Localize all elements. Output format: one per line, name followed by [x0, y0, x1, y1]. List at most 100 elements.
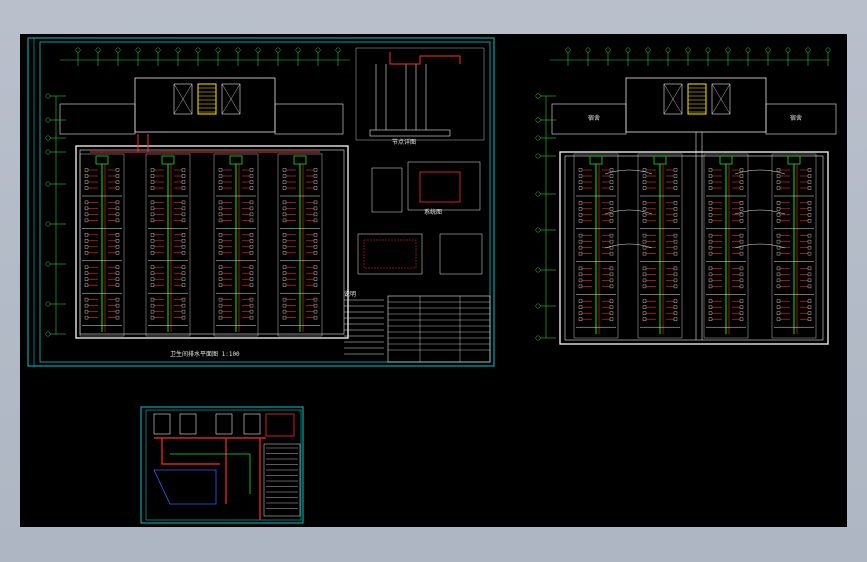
fixture: [218, 309, 223, 314]
fixture: [313, 200, 318, 205]
fixture: [181, 218, 186, 223]
grid-bubble: [665, 47, 671, 53]
grid-bubble: [175, 47, 181, 53]
fixture: [115, 303, 120, 308]
pipe-arc: [734, 169, 786, 175]
detail-section-label: 节点详图: [392, 139, 417, 146]
fixture: [739, 272, 744, 277]
fixture: [776, 278, 781, 283]
fixture: [739, 168, 744, 172]
fixture: [115, 251, 120, 255]
detail-pipe-section: [375, 64, 427, 130]
grid-bubble: [195, 47, 201, 53]
fixture: [642, 278, 647, 283]
fixture: [578, 245, 583, 250]
fixture: [708, 245, 713, 250]
fixture: [673, 311, 678, 315]
fixture: [84, 218, 89, 223]
fixture: [673, 299, 678, 303]
fixture: [739, 233, 744, 238]
pipe-arc: [604, 243, 653, 249]
fixture: [642, 186, 647, 190]
fixture: [776, 272, 781, 277]
fixture: [218, 303, 223, 308]
fixture: [218, 277, 223, 281]
fixture: [313, 239, 318, 243]
fixture: [739, 213, 744, 217]
fixture: [673, 174, 678, 178]
grid-bubble: [625, 47, 631, 53]
fixture: [313, 168, 318, 172]
fixture: [776, 207, 781, 211]
fixture: [249, 218, 254, 223]
fixture: [642, 213, 647, 217]
fixture: [150, 168, 155, 172]
fixture: [313, 251, 318, 255]
fixture: [708, 239, 713, 244]
fixture: [708, 186, 713, 190]
grid-bubble: [765, 47, 771, 53]
fixture: [115, 186, 120, 190]
fixture: [150, 251, 155, 255]
grid-bubble: [565, 47, 571, 53]
grid-bubble: [235, 47, 241, 53]
grid-bubble: [645, 47, 651, 53]
fixture: [115, 245, 120, 249]
grid-bubble: [535, 303, 541, 309]
fixture: [776, 213, 781, 217]
detail-base: [369, 129, 451, 137]
fixture: [218, 251, 223, 255]
fixture: [282, 303, 287, 308]
grid-bubble: [605, 47, 611, 53]
system-green-pipe: [170, 453, 251, 494]
fixture: [115, 200, 120, 205]
fixture: [313, 206, 318, 211]
fixture: [218, 186, 223, 190]
fixture: [807, 201, 812, 205]
fixture: [609, 201, 614, 205]
fixture: [578, 299, 583, 303]
fixture: [739, 219, 744, 223]
fixture: [115, 309, 120, 314]
riser-head: [589, 155, 603, 165]
fixture: [181, 200, 186, 205]
fixture: [218, 297, 223, 302]
fixture: [282, 283, 287, 287]
fixture: [249, 233, 254, 237]
grid-bubble: [115, 47, 121, 53]
fixture: [578, 233, 583, 238]
fixture: [776, 317, 781, 321]
fixture: [313, 277, 318, 281]
fixture: [181, 277, 186, 281]
grid-bubble: [255, 47, 261, 53]
grid-bubble: [535, 191, 541, 197]
fixture: [150, 315, 155, 320]
fixture: [609, 266, 614, 271]
grid-bubble: [785, 47, 791, 53]
fixture: [578, 284, 583, 289]
fixture: [578, 305, 583, 309]
fixture: [642, 180, 647, 184]
fixture: [115, 168, 120, 172]
fixture: [181, 206, 186, 211]
fixture: [609, 272, 614, 277]
fixture: [776, 180, 781, 184]
fixture: [807, 251, 812, 256]
fixture: [282, 271, 287, 275]
fixture: [115, 283, 120, 287]
fixture: [181, 180, 186, 184]
fixture: [150, 233, 155, 237]
fixture: [313, 271, 318, 275]
fixture: [115, 265, 120, 269]
fixture: [249, 277, 254, 281]
fixture: [807, 266, 812, 271]
fixture: [150, 206, 155, 211]
fixture: [807, 207, 812, 211]
fixture: [609, 284, 614, 289]
fixture: [807, 174, 812, 178]
fixture: [218, 315, 223, 320]
cad-drawing-viewport[interactable]: 卫生间排水平面图 1:100 节点详图 系统图 说明 宿舍 宿舍: [20, 34, 847, 527]
fixture: [776, 239, 781, 244]
grid-bubble: [745, 47, 751, 53]
fixture: [776, 284, 781, 289]
